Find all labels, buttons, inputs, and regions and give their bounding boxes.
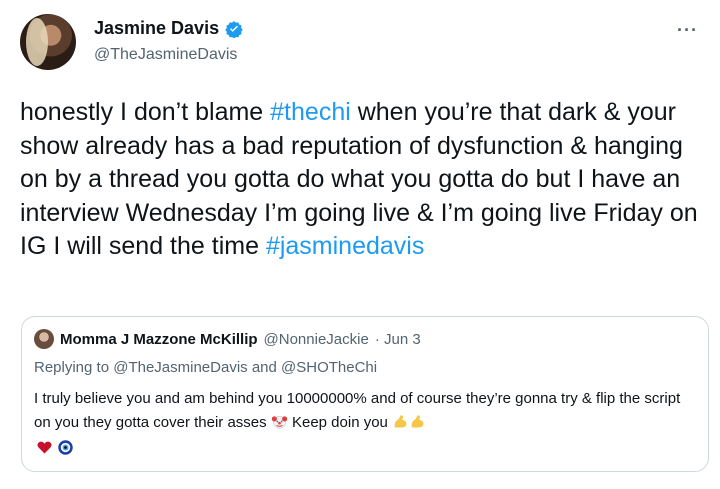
- red-heart-icon: [37, 441, 52, 454]
- quoted-author-name[interactable]: Momma J Mazzone McKillip: [60, 331, 258, 348]
- replying-to-line: Replying to @TheJasmineDavis and @SHOThe…: [34, 359, 377, 376]
- tweet-text-segment: honestly I don’t blame: [20, 98, 271, 126]
- flexed-biceps-icon: [394, 415, 407, 428]
- replying-to-label: Replying to: [34, 359, 110, 376]
- quoted-emoji-row: [36, 439, 74, 456]
- quoted-tweet-text: I truly believe you and am behind you 10…: [34, 387, 694, 435]
- author-avatar[interactable]: [20, 14, 76, 70]
- quoted-author-avatar[interactable]: [34, 329, 54, 349]
- more-options-icon[interactable]: ···: [677, 20, 698, 41]
- replying-to-mentions[interactable]: @TheJasmineDavis and @SHOTheChi: [113, 359, 377, 376]
- author-handle[interactable]: @TheJasmineDavis: [94, 46, 237, 64]
- quoted-tweet-header: Momma J Mazzone McKillip @NonnieJackie ·…: [34, 329, 421, 349]
- hashtag-jasminedavis[interactable]: #jasminedavis: [266, 232, 424, 260]
- verified-badge-icon: [225, 20, 243, 38]
- quoted-tweet-date[interactable]: · Jun 3: [375, 331, 421, 348]
- hashtag-thechi[interactable]: #thechi: [270, 98, 351, 126]
- tweet-text: honestly I don’t blame #thechi when you’…: [20, 96, 710, 264]
- author-name-row: Jasmine Davis: [94, 18, 243, 39]
- flexed-biceps-icon: [411, 415, 424, 428]
- nazar-amulet-icon: [58, 440, 73, 455]
- quoted-text-part: Keep doin you: [287, 414, 388, 431]
- quoted-author-handle[interactable]: @NonnieJackie: [264, 331, 369, 348]
- quoted-tweet-card[interactable]: Momma J Mazzone McKillip @NonnieJackie ·…: [21, 316, 709, 472]
- clown-face-icon: [271, 416, 287, 429]
- author-display-name[interactable]: Jasmine Davis: [94, 18, 219, 39]
